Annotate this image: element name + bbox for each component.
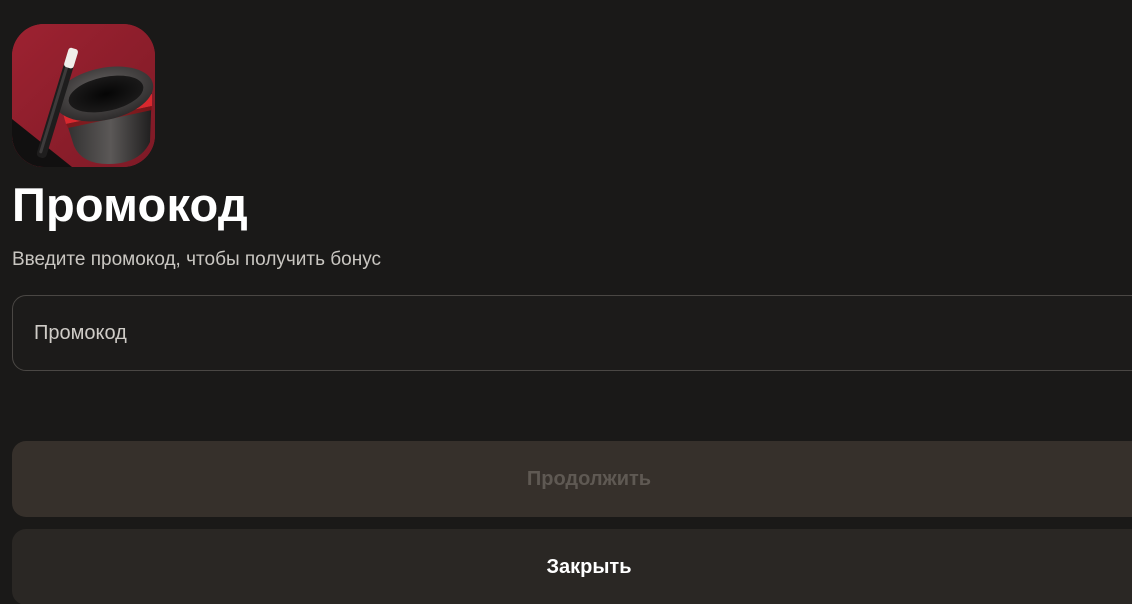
page-title: Промокод [12,178,248,231]
close-button-label: Закрыть [546,556,632,578]
continue-button[interactable]: Продолжить [12,441,1132,517]
promo-code-dialog: Промокод Введите промокод, чтобы получит… [0,0,1132,604]
page-subtitle: Введите промокод, чтобы получить бонус [12,249,382,270]
promo-code-field[interactable] [12,295,1132,371]
close-button[interactable]: Закрыть [12,529,1132,604]
magic-hat-icon [12,24,155,167]
continue-button-label: Продолжить [526,468,652,490]
promo-code-input[interactable] [34,296,1114,370]
